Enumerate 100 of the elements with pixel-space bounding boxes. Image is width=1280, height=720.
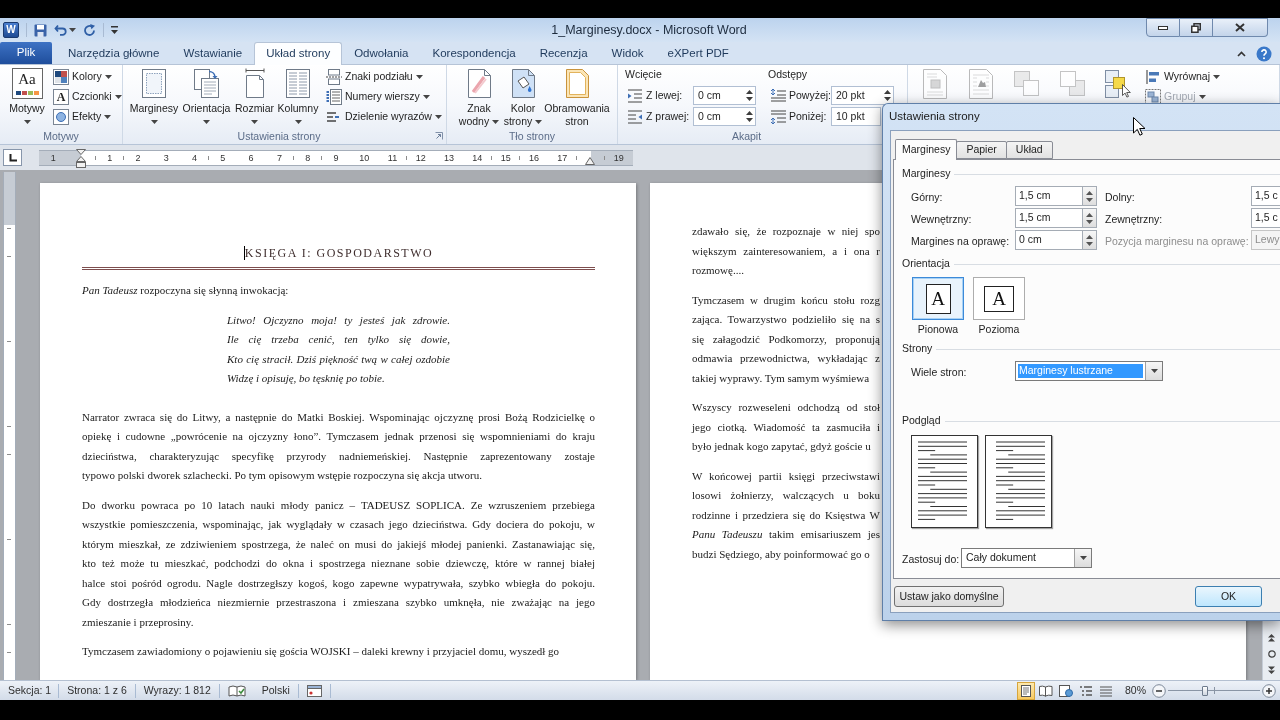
- word-app-icon[interactable]: W: [3, 22, 19, 38]
- minimize-ribbon-button[interactable]: [1237, 50, 1246, 57]
- orientation-option[interactable]: A: [912, 277, 964, 320]
- tab-selector-button[interactable]: [3, 149, 22, 166]
- ribbon-tab[interactable]: Recenzja: [527, 43, 600, 64]
- portrait-page-icon: A: [925, 283, 951, 314]
- bordered-page-icon: [564, 68, 590, 99]
- ribbon-tab[interactable]: Korespondencja: [420, 43, 528, 64]
- margin-field[interactable]: 1,5 c: [1251, 186, 1280, 206]
- margins-button[interactable]: Marginesy: [128, 66, 180, 127]
- columns-button[interactable]: Kolumny: [276, 66, 320, 127]
- caret-down-icon: [1079, 556, 1087, 560]
- margin-field[interactable]: 1,5 cm: [1015, 186, 1082, 206]
- spin-buttons[interactable]: [1082, 186, 1097, 206]
- ribbon-tab[interactable]: Narzędzia główne: [56, 43, 172, 64]
- spacing-field[interactable]: 10 pkt: [831, 107, 881, 126]
- spin-buttons[interactable]: [1082, 230, 1097, 250]
- horizontal-ruler[interactable]: 1 1 2 3 4 5 6 7 8 9 10 11 12 13 14 15 16 17 19: [39, 149, 633, 166]
- section-indicator[interactable]: Sekcja: 1: [0, 682, 59, 699]
- lines-hyphen-icon: [326, 109, 342, 125]
- double-up-arrow-icon: [1268, 634, 1275, 642]
- colors-button[interactable]: Kolory: [51, 67, 124, 87]
- ribbon-tab[interactable]: Plik: [0, 42, 52, 64]
- group-subheading: Wcięcie: [625, 67, 662, 83]
- ruler-number: 9: [333, 152, 339, 163]
- line-numbers-button[interactable]: Numery wierszy: [324, 87, 444, 107]
- language-button[interactable]: Polski: [253, 682, 298, 699]
- window-title: 1_Marginesy.docx - Microsoft Word: [551, 21, 747, 39]
- spin-buttons[interactable]: [1082, 208, 1097, 228]
- dialog-tab[interactable]: Papier: [956, 141, 1007, 159]
- fonts-button[interactable]: A Czcionki: [51, 87, 124, 107]
- page-color-button[interactable]: Kolor strony: [503, 66, 543, 128]
- section-heading: Strony: [902, 341, 933, 357]
- zoom-out-icon: [1152, 683, 1166, 698]
- dashed-margin-page-icon: [141, 68, 167, 99]
- watermark-button[interactable]: Znak wodny: [455, 66, 503, 128]
- help-icon[interactable]: [1256, 45, 1272, 62]
- apply-to-select[interactable]: Cały dokument: [961, 548, 1092, 568]
- paragraph: zdawało się, że rozpoznaje w niej spo większym zainteresowaniem, a i ona r rozmowę....: [692, 224, 880, 278]
- orientation-option[interactable]: A: [973, 277, 1025, 320]
- indent-marker-icon[interactable]: [76, 148, 86, 168]
- zoom-slider-thumb[interactable]: [1201, 685, 1208, 696]
- margin-field[interactable]: 0 cm: [1015, 230, 1082, 250]
- page-indicator[interactable]: Strona: 1 z 6: [59, 682, 135, 699]
- ribbon-tab[interactable]: Wstawianie: [171, 43, 255, 64]
- ribbon-tab[interactable]: eXPert PDF: [655, 43, 741, 64]
- ruler-number: 15: [500, 152, 511, 163]
- indent-right-icon: [627, 108, 643, 125]
- dialog-tab[interactable]: Układ: [1005, 141, 1053, 159]
- margin-field[interactable]: 1,5 c: [1251, 208, 1280, 228]
- ruler-number: 12: [415, 152, 426, 163]
- ruler-number: 5: [220, 152, 226, 163]
- zoom-level-button[interactable]: 80%: [1119, 682, 1152, 699]
- print-layout-button[interactable]: [1017, 681, 1035, 700]
- ok-button[interactable]: OK: [1195, 586, 1262, 607]
- effects-button[interactable]: Efekty: [51, 107, 124, 127]
- two-column-page-icon: [285, 68, 311, 99]
- ribbon-tab[interactable]: Odwołania: [342, 43, 421, 64]
- zoom-in-button[interactable]: [1262, 683, 1276, 698]
- page-borders-button[interactable]: Obramowania stron: [543, 66, 611, 128]
- margin-field[interactable]: 1,5 cm: [1015, 208, 1082, 228]
- redo-icon[interactable]: [83, 23, 96, 37]
- hyphenation-button[interactable]: Dzielenie wyrazów: [324, 107, 444, 127]
- close-icon: [1235, 23, 1245, 32]
- dropdown-button[interactable]: [1145, 362, 1162, 380]
- group-label: Akapit: [731, 130, 762, 142]
- zoom-out-button[interactable]: [1152, 683, 1166, 698]
- restore-button[interactable]: [1180, 18, 1213, 37]
- dialog-tab[interactable]: Marginesy: [895, 139, 958, 160]
- minimize-button[interactable]: [1146, 18, 1180, 37]
- close-button[interactable]: [1213, 18, 1268, 37]
- word-count[interactable]: Wyrazy: 1 812: [135, 682, 219, 699]
- themes-button[interactable]: Aa Motywy: [5, 66, 49, 127]
- right-indent-marker-icon[interactable]: [585, 156, 595, 165]
- size-button[interactable]: Rozmiar: [233, 66, 276, 127]
- ruler-number: 8: [305, 152, 311, 163]
- open-book-icon: [1039, 684, 1053, 697]
- ruler-number: 6: [248, 152, 254, 163]
- ribbon-tab[interactable]: Układ strony: [254, 42, 343, 65]
- orientation-button[interactable]: Orientacja: [180, 66, 233, 127]
- set-as-default-button[interactable]: Ustaw jako domyślne: [894, 586, 1004, 607]
- ribbon-tab[interactable]: Widok: [599, 43, 656, 64]
- book-check-icon: [227, 683, 246, 698]
- customize-toolbar-icon[interactable]: [111, 25, 118, 35]
- field-label: Z lewej:: [646, 87, 683, 103]
- page-lines-icon: [1019, 684, 1033, 697]
- breaks-button[interactable]: Znaki podziału: [324, 67, 444, 87]
- zoom-slider[interactable]: [1168, 684, 1260, 697]
- dropdown-button[interactable]: [1074, 549, 1091, 567]
- ruler-number: 2: [135, 152, 141, 163]
- ruler-number: 3: [163, 152, 169, 163]
- up-down-arrows-icon: [1086, 212, 1093, 224]
- ruler-number: 16: [528, 152, 539, 163]
- spacing-after-icon: [770, 108, 786, 125]
- dialog-launcher-button[interactable]: [435, 132, 443, 140]
- up-down-arrows-icon: [1086, 190, 1093, 202]
- save-icon[interactable]: [34, 23, 47, 37]
- caret-down-icon[interactable]: [69, 28, 76, 32]
- align-button[interactable]: Wyrównaj: [1143, 67, 1222, 87]
- undo-icon[interactable]: [54, 24, 67, 36]
